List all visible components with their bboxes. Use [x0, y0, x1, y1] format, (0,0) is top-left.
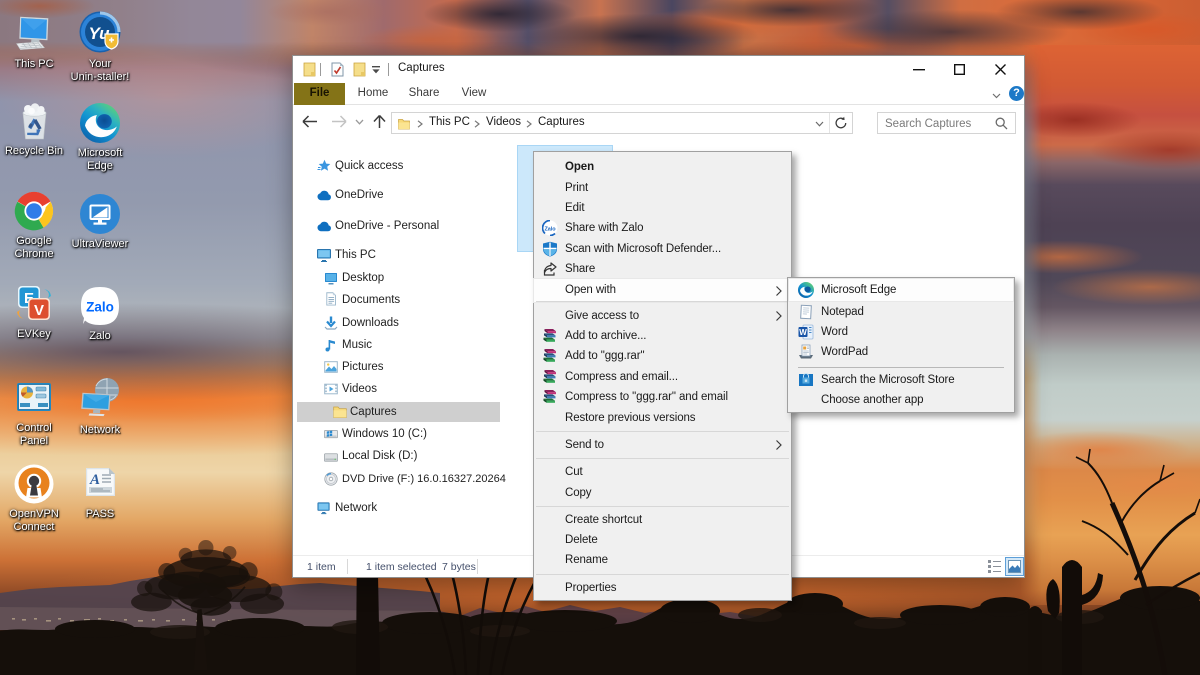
- svg-text:V: V: [34, 302, 44, 319]
- svg-text:Zalo: Zalo: [545, 227, 557, 233]
- svg-text:A: A: [89, 472, 100, 488]
- svg-text:Zalo: Zalo: [86, 300, 114, 315]
- svg-text:W: W: [799, 328, 807, 337]
